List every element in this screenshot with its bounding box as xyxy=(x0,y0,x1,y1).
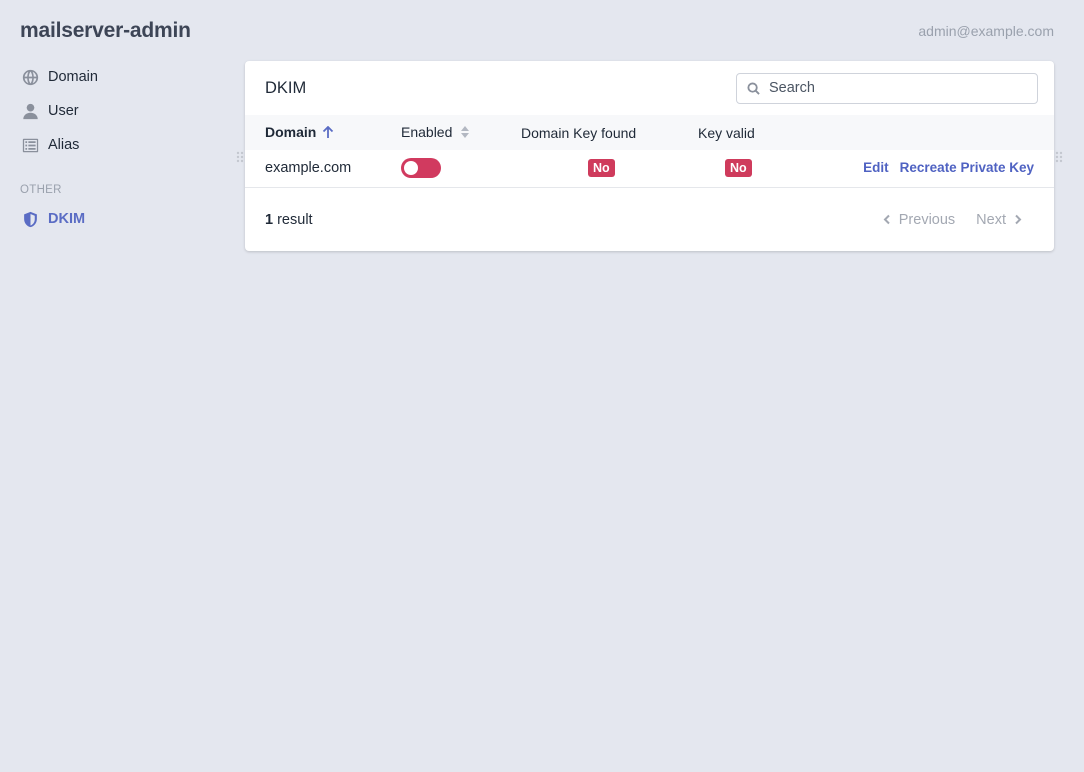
user-icon xyxy=(20,101,40,121)
enabled-toggle[interactable] xyxy=(401,158,441,179)
cell-key-found: No xyxy=(521,150,698,187)
list-icon xyxy=(20,135,40,155)
sidebar-item-alias[interactable]: Alias xyxy=(20,128,220,162)
dkim-card: DKIM Domain Enabled Domain Key found Key… xyxy=(245,61,1054,251)
cell-enabled xyxy=(401,150,521,187)
cell-domain: example.com xyxy=(265,160,352,177)
recreate-private-key-link[interactable]: Recreate Private Key xyxy=(900,160,1034,175)
result-count: 1 result xyxy=(265,211,313,228)
search-box[interactable] xyxy=(736,72,1038,104)
card-header: DKIM xyxy=(245,61,1054,115)
drag-handle-icon[interactable] xyxy=(236,150,244,163)
cell-actions: Edit Recreate Private Key xyxy=(806,150,1054,187)
sidebar: Domain User Alias OTHER DKIM xyxy=(20,60,220,236)
column-header-key-valid: Key valid xyxy=(698,124,755,141)
brand-title[interactable]: mailserver-admin xyxy=(20,19,191,43)
card-footer: 1 result Previous Next xyxy=(245,188,1054,252)
table-header-row: Domain Enabled Domain Key found Key vali… xyxy=(245,115,1054,150)
sidebar-item-dkim[interactable]: DKIM xyxy=(20,202,220,236)
search-icon xyxy=(747,81,760,95)
sidebar-section-label: OTHER xyxy=(20,184,62,196)
chevron-left-icon xyxy=(883,214,890,225)
sidebar-item-label: Alias xyxy=(48,137,80,153)
drag-handle-icon[interactable] xyxy=(1055,150,1063,163)
dkim-table: Domain Enabled Domain Key found Key vali… xyxy=(245,115,1054,188)
edit-link[interactable]: Edit xyxy=(863,160,889,175)
sidebar-item-user[interactable]: User xyxy=(20,94,220,128)
globe-icon xyxy=(20,67,40,87)
sidebar-item-label: Domain xyxy=(48,69,98,85)
app-root: mailserver-admin admin@example.com Domai… xyxy=(0,0,1084,772)
user-email[interactable]: admin@example.com xyxy=(918,23,1054,39)
pagination: Previous Next xyxy=(883,212,1022,228)
toggle-knob xyxy=(404,161,418,176)
sort-ascending-icon xyxy=(322,125,334,142)
sidebar-item-domain[interactable]: Domain xyxy=(20,60,220,94)
shield-icon xyxy=(20,209,40,229)
sidebar-item-label: User xyxy=(48,103,79,119)
sidebar-item-label: DKIM xyxy=(48,211,86,227)
previous-button[interactable]: Previous xyxy=(883,212,955,228)
status-badge: No xyxy=(588,159,615,178)
cell-key-valid: No xyxy=(698,150,806,187)
search-input[interactable] xyxy=(769,80,1019,96)
page-title: DKIM xyxy=(265,78,307,97)
table-row: example.com No No Edit Recreate Private K… xyxy=(245,150,1054,187)
next-button[interactable]: Next xyxy=(976,212,1022,228)
column-header-domain[interactable]: Domain xyxy=(245,115,401,150)
column-header-enabled[interactable]: Enabled xyxy=(401,115,521,150)
column-header-actions xyxy=(806,115,1054,150)
sort-icon xyxy=(461,125,470,141)
chevron-right-icon xyxy=(1015,214,1022,225)
column-header-domain-key-found: Domain Key found xyxy=(521,124,637,141)
status-badge: No xyxy=(725,159,752,178)
